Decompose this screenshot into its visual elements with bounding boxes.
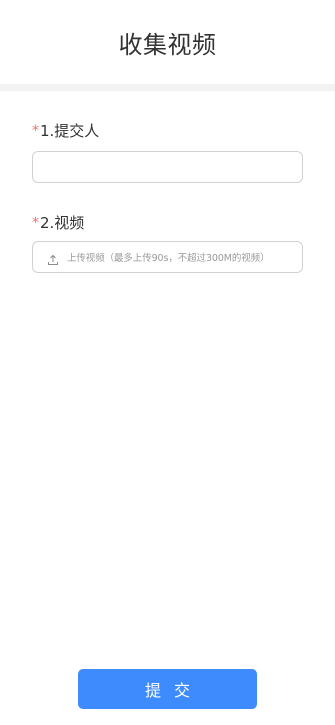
submitter-input[interactable]: [32, 151, 303, 183]
header-divider: [0, 84, 335, 91]
upload-hint: 上传视频（最多上传90s，不超过300M的视频）: [67, 253, 270, 264]
page-header: 收集视频: [0, 0, 335, 84]
submitter-label-text: 1.提交人: [40, 121, 100, 140]
upload-icon: [47, 251, 59, 265]
page-title: 收集视频: [118, 30, 217, 59]
video-label-text: 2.视频: [40, 213, 85, 232]
submitter-label: * 1.提交人: [32, 120, 303, 140]
video-field: * 2.视频 上传视频（最多上传90s，不超过300M的视频）: [32, 183, 303, 273]
collection-form: * 1.提交人 * 2.视频 上传视频（最多上传90s，不超过300M的视频）: [0, 91, 335, 273]
required-mark: *: [32, 123, 39, 139]
submitter-field: * 1.提交人: [32, 91, 303, 183]
page: 收集视频 * 1.提交人 * 2.视频 上传视频（最多上传90s，不超过300M…: [0, 0, 335, 725]
required-mark: *: [32, 215, 39, 231]
video-upload-button[interactable]: 上传视频（最多上传90s，不超过300M的视频）: [32, 241, 303, 273]
submit-button[interactable]: 提 交: [78, 669, 257, 709]
video-label: * 2.视频: [32, 212, 303, 232]
